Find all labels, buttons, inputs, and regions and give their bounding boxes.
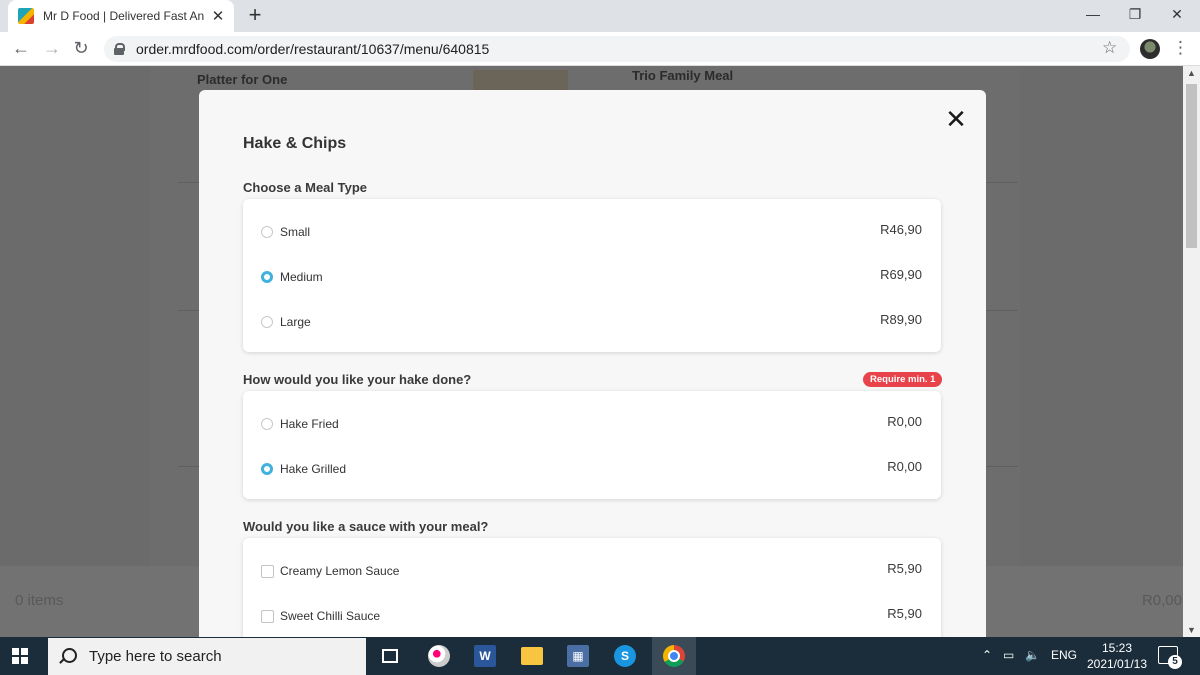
option-price: R89,90 (880, 312, 922, 327)
option-price: R46,90 (880, 222, 922, 237)
mrd-food-favicon-icon (18, 8, 34, 24)
browser-tab-bar: Mr D Food | Delivered Fast And H ✕ + — ❐… (0, 0, 1200, 32)
option-creamy-lemon-sauce[interactable]: Creamy Lemon Sauce R5,90 (243, 549, 941, 594)
scroll-thumb[interactable] (1186, 84, 1197, 248)
bg-menu-item-heading: Trio Family Meal (632, 68, 734, 83)
section-title-meal-type: Choose a Meal Type (243, 180, 368, 195)
radio-button-selected[interactable] (261, 463, 273, 475)
cart-total: R0,00 (1141, 592, 1182, 609)
radio-button[interactable] (261, 226, 273, 238)
windows-taskbar: Type here to search W ▦ S ⌃ ▭ 🔈 ENG 15:2… (0, 637, 1200, 675)
restore-button[interactable]: ❐ (1112, 4, 1158, 24)
option-sweet-chilli-sauce[interactable]: Sweet Chilli Sauce R5,90 (243, 594, 941, 637)
checkbox[interactable] (261, 610, 274, 623)
option-price: R0,00 (887, 414, 922, 429)
volume-icon[interactable]: 🔈 (1025, 648, 1040, 662)
windows-start-icon[interactable] (12, 648, 28, 664)
radio-button[interactable] (261, 418, 273, 430)
section-title-hake-preparation: How would you like your hake done? (243, 372, 472, 387)
bookmark-star-icon[interactable]: ☆ (1102, 38, 1117, 58)
scroll-down-arrow-icon[interactable]: ▼ (1183, 625, 1200, 635)
option-hake-grilled[interactable]: Hake Grilled R0,00 (243, 447, 941, 492)
section-title-sauce: Would you like a sauce with your meal? (243, 519, 489, 534)
battery-icon[interactable]: ▭ (1003, 648, 1014, 662)
option-large[interactable]: Large R89,90 (243, 300, 941, 345)
option-label: Hake Fried (280, 417, 339, 431)
address-bar[interactable]: order.mrdfood.com/order/restaurant/10637… (104, 36, 1130, 62)
close-tab-icon[interactable]: ✕ (210, 7, 226, 25)
language-indicator[interactable]: ENG (1051, 648, 1077, 662)
back-arrow-icon[interactable]: ← (10, 38, 32, 58)
clock-time[interactable]: 15:23 (1082, 641, 1152, 655)
calculator-icon[interactable]: ▦ (567, 645, 589, 667)
search-placeholder: Type here to search (89, 648, 222, 665)
forward-arrow-icon[interactable]: → (41, 38, 63, 58)
page-viewport: Platter for One Trio Family Meal 0 items… (0, 66, 1200, 637)
clock-date[interactable]: 2021/01/13 (1082, 657, 1152, 671)
reload-icon[interactable]: ↻ (70, 38, 92, 58)
option-label: Sweet Chilli Sauce (280, 609, 381, 623)
sauce-options: Creamy Lemon Sauce R5,90 Sweet Chilli Sa… (243, 538, 941, 637)
option-label: Hake Grilled (280, 462, 347, 476)
option-label: Large (280, 315, 311, 329)
file-explorer-icon[interactable] (521, 647, 543, 665)
new-tab-button[interactable]: + (244, 4, 266, 26)
bg-menu-item-image (473, 70, 568, 92)
option-medium[interactable]: Medium R69,90 (243, 255, 941, 300)
taskbar-search-box[interactable]: Type here to search (48, 638, 366, 675)
word-icon[interactable]: W (474, 645, 496, 667)
page-scrollbar[interactable]: ▲ ▼ (1183, 66, 1200, 637)
hake-preparation-options: Hake Fried R0,00 Hake Grilled R0,00 (243, 391, 941, 499)
profile-avatar[interactable] (1140, 39, 1160, 59)
option-price: R5,90 (887, 561, 922, 576)
option-price: R69,90 (880, 267, 922, 282)
radio-button-selected[interactable] (261, 271, 273, 283)
show-hidden-icons-chevron-icon[interactable]: ⌃ (982, 648, 992, 662)
browser-menu-icon[interactable]: ⋮ (1172, 38, 1189, 58)
meal-type-options: Small R46,90 Medium R69,90 Large R89,90 (243, 199, 941, 352)
browser-tab[interactable]: Mr D Food | Delivered Fast And H ✕ (8, 0, 234, 32)
close-window-button[interactable]: ✕ (1154, 4, 1200, 24)
radio-button[interactable] (261, 316, 273, 328)
required-badge: Require min. 1 (863, 372, 943, 387)
item-options-modal: ✕ Hake & Chips Choose a Meal Type Small … (199, 90, 986, 637)
minimize-button[interactable]: — (1070, 4, 1116, 24)
option-label: Creamy Lemon Sauce (280, 564, 400, 578)
modal-title: Hake & Chips (243, 135, 347, 152)
lock-icon (114, 43, 125, 55)
notification-count-badge: 5 (1168, 655, 1182, 669)
paint-3d-icon[interactable] (428, 645, 450, 667)
browser-toolbar: ← → ↻ order.mrdfood.com/order/restaurant… (0, 32, 1200, 66)
option-hake-fried[interactable]: Hake Fried R0,00 (243, 402, 941, 447)
cart-count: 0 items (15, 592, 64, 609)
task-view-icon[interactable] (382, 649, 398, 663)
option-price: R0,00 (887, 459, 922, 474)
url-text: order.mrdfood.com/order/restaurant/10637… (136, 41, 490, 57)
option-small[interactable]: Small R46,90 (243, 210, 941, 255)
option-label: Small (280, 225, 311, 239)
tab-title: Mr D Food | Delivered Fast And H (43, 9, 204, 23)
close-modal-icon[interactable]: ✕ (943, 106, 969, 132)
bg-menu-item-heading: Platter for One (197, 72, 288, 87)
option-price: R5,90 (887, 606, 922, 621)
search-icon (58, 648, 77, 665)
chrome-icon[interactable] (663, 645, 685, 667)
option-label: Medium (280, 270, 323, 284)
skype-icon[interactable]: S (614, 645, 636, 667)
checkbox[interactable] (261, 565, 274, 578)
scroll-up-arrow-icon[interactable]: ▲ (1183, 68, 1200, 78)
